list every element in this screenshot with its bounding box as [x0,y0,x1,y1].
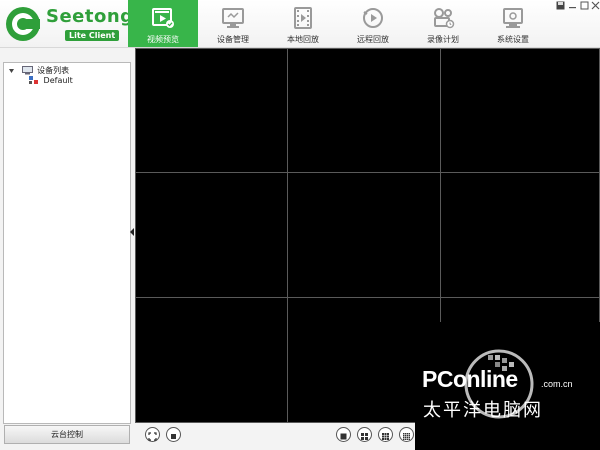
fullscreen-button[interactable] [145,427,160,442]
device-manage-icon [222,8,244,28]
fullscreen-icon [148,432,157,441]
tree-root-label: 设备列表 [37,66,70,75]
device-list-icon [21,66,33,75]
layout-sixteen-icon [403,433,410,440]
minimize-icon[interactable] [567,1,577,10]
tab-label: 远程回放 [357,35,389,44]
tab-label: 系统设置 [497,35,529,44]
brand-name: Seetong [46,6,134,27]
video-cell[interactable] [135,48,288,173]
tab-label: 本地回放 [287,35,319,44]
layout-4-button[interactable] [357,427,372,442]
collapse-panel-icon[interactable] [130,228,134,236]
tab-remote-playback[interactable]: 远程回放 [338,0,408,47]
tree-item-label: Default [43,76,73,85]
maximize-icon[interactable] [579,1,589,10]
layout-nine-icon [382,433,389,440]
ptz-control-button[interactable]: 云台控制 [4,425,130,444]
group-icon [29,76,38,84]
tab-device-manage[interactable]: 设备管理 [198,0,268,47]
tree-expand-icon[interactable] [8,67,16,75]
app-logo: Seetong Lite Client [6,5,133,43]
layout-single-icon [340,433,347,440]
video-cell[interactable] [287,48,441,173]
layout-16-button[interactable] [399,427,414,442]
save-icon[interactable] [555,1,565,10]
brand-badge: Lite Client [65,30,120,41]
tab-record-plan[interactable]: 录像计划 [408,0,478,47]
video-cell[interactable] [135,172,288,298]
tree-root-row[interactable]: 设备列表 [8,65,69,76]
tab-local-playback[interactable]: 本地回放 [268,0,338,47]
stop-icon [171,434,176,439]
system-settings-icon [503,8,523,28]
watermark-domain: .com.cn [541,379,573,389]
stop-all-button[interactable] [166,427,181,442]
remote-playback-icon [363,8,383,28]
layout-1-button[interactable] [336,427,351,442]
video-cell[interactable] [440,48,600,173]
record-plan-icon [434,8,455,29]
tab-label: 录像计划 [427,35,459,44]
watermark-brand: PConline [422,366,518,392]
watermark-subtitle: 太平洋电脑网 [423,400,543,421]
video-cell[interactable] [440,172,600,298]
logo-mark-icon [6,7,40,41]
tab-label: 设备管理 [217,35,249,44]
close-icon[interactable] [590,1,600,10]
layout-9-button[interactable] [378,427,393,442]
tab-system-settings[interactable]: 系统设置 [478,0,548,47]
device-tree-panel: 设备列表 Default [3,62,131,424]
tab-label: 视频预览 [147,35,179,44]
layout-quad-icon [361,433,368,440]
video-cell[interactable] [135,297,288,423]
top-toolbar: Seetong Lite Client 视频预览 设备管理 本地回放 远程回放 … [0,0,600,48]
tree-item-default[interactable]: Default [29,76,73,85]
video-preview-icon [152,8,174,28]
local-playback-icon [294,7,312,29]
tab-video-preview[interactable]: 视频预览 [128,0,198,47]
video-cell[interactable] [287,172,441,298]
